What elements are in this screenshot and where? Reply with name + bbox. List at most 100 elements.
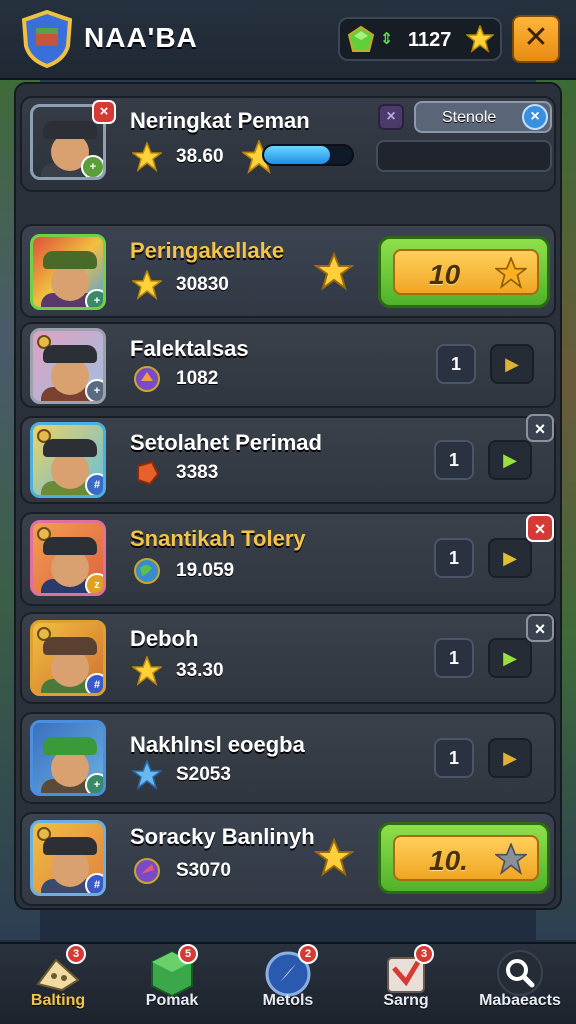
nav-label: Sarng [383,992,429,1009]
player-avatar: # [30,620,106,696]
player-score: S2053 [176,764,231,785]
close-filter-icon[interactable]: × [378,104,404,130]
player-name: Neringkat Peman [130,108,310,133]
nav-item-mabaeacts[interactable]: Mabaeacts [464,944,576,1024]
star-icon [132,142,162,172]
player-avatar: # [30,820,106,896]
grey-star-icon [495,843,527,875]
level-badge-icon: + [85,289,103,307]
leaderboard-row-1[interactable]: + Peringakellakе 30830 10 [20,224,556,318]
leaderboard-row-6[interactable]: + Nakhlnsl eoegba S2053 1 ▶ [20,712,556,804]
arrow-right-button[interactable]: ▶ [488,538,532,578]
notification-badge: 5 [178,944,198,964]
star-icon [495,257,527,289]
arrow-right-button[interactable]: ▶ [490,344,534,384]
level-badge-icon: + [81,155,103,177]
player-name: Peringakellakе [130,238,285,263]
clear-search-icon[interactable]: × [522,104,548,130]
gold-star-icon [314,838,354,877]
level-badge-icon: z [85,573,103,593]
star-icon [132,270,162,300]
leaderboard-row-5[interactable]: # Deboh 33.30 1 ▶ [20,612,556,704]
player-avatar: # [30,422,106,498]
player-name: Falektalsas [130,336,249,361]
bottom-navigation: 3 Balting 5 Pomak 2 Metols 3 Sarng Mabae… [0,942,576,1024]
gold-star-icon [314,252,354,291]
level-badge-icon: + [85,379,103,401]
blue-star-icon [132,760,162,790]
arrow-right-button[interactable]: ▶ [488,738,532,778]
dismiss-row-icon[interactable]: × [526,614,554,642]
empty-input-field[interactable] [376,140,552,172]
claim-reward-button[interactable]: 10 [378,236,550,308]
player-score: S3070 [176,860,231,881]
player-name: Nakhlnsl eoegba [130,732,305,757]
remove-badge-icon[interactable]: × [92,100,116,124]
dismiss-row-icon[interactable]: × [526,414,554,442]
rank-count-button[interactable]: 1 [434,638,474,678]
arrow-right-icon: ▶ [503,548,517,568]
player-score: 30830 [176,274,229,295]
player-avatar: + [30,720,106,796]
nav-label: Mabaeacts [479,992,561,1009]
arrow-right-button[interactable]: ▶ [488,638,532,678]
leaderboard-row-4[interactable]: z Snantikah Tolery 19.059 1 ▶ [20,512,556,606]
rank-count-button[interactable]: 1 [434,538,474,578]
arrow-right-button[interactable]: ▶ [488,440,532,480]
arrow-right-icon: ▶ [503,450,517,470]
red-gem-icon [137,460,160,486]
player-name: Soracky Banlinyh [130,824,315,849]
purple-gem-icon [134,366,160,392]
currency-value: 1127 [408,29,452,51]
leaderboard-row-2[interactable]: + Falektalsas 1082 1 ▶ [20,322,556,408]
player-name: Deboh [130,626,199,651]
player-score: 19.059 [176,560,235,581]
level-badge-icon: # [85,473,103,495]
rank-count-button[interactable]: 1 [436,344,476,384]
arrow-right-icon: ▶ [505,354,519,374]
shield-logo-icon [21,10,73,68]
notification-badge: 3 [414,944,434,964]
currency-counter[interactable]: ⇕ 1127 [338,17,502,61]
player-avatar: z [30,520,106,596]
nav-item-pomak[interactable]: 5 Pomak [116,944,228,1024]
arrow-right-icon: ▶ [503,648,517,668]
nav-label: Balting [30,992,86,1009]
rank-progress-bar [262,144,354,166]
player-score: 38.60 [176,146,224,167]
nav-item-metols[interactable]: 2 Metols [232,944,344,1024]
level-badge-icon: # [85,673,103,693]
player-score: 3383 [176,462,219,483]
player-avatar: + [30,328,106,404]
reward-value: 10 [429,259,461,290]
close-button[interactable]: ✕ [512,15,560,63]
search-filter-label: Stenole [442,109,497,126]
nav-item-sarng[interactable]: 3 Sarng [350,944,462,1024]
player-avatar: + [30,234,106,310]
rank-count-button[interactable]: 1 [434,440,474,480]
nav-item-balting[interactable]: 3 Balting [2,944,114,1024]
arrow-right-icon: ▶ [503,748,517,768]
search-filter-pill[interactable]: Stenole × [414,101,552,133]
leaderboard-row-3[interactable]: # Setolahet Perimad 3383 1 ▶ [20,416,556,504]
claim-reward-button[interactable]: 10. [378,822,550,894]
exchange-arrows-icon: ⇕ [380,31,394,48]
nav-label: Metols [262,992,314,1009]
remove-row-icon[interactable]: × [526,514,554,542]
rank-count-button[interactable]: 1 [434,738,474,778]
star-icon [466,25,494,53]
notification-badge: 3 [66,944,86,964]
player-score: 33.30 [176,660,224,681]
nav-label: Pomak [145,992,199,1009]
globe-icon [134,558,160,584]
leaderboard-row-7[interactable]: # Soracky Banlinyh S3070 10. [20,812,556,906]
reward-value: 10. [429,845,468,876]
player-score: 1082 [176,368,219,389]
player-name: Setolahet Perimad [130,430,322,455]
level-badge-icon: + [85,773,103,793]
rank-progress-fill [264,146,330,164]
star-icon [132,656,162,686]
green-gem-icon [347,25,375,52]
level-badge-icon: # [85,873,103,893]
player-name: Snantikah Tolery [130,526,306,551]
